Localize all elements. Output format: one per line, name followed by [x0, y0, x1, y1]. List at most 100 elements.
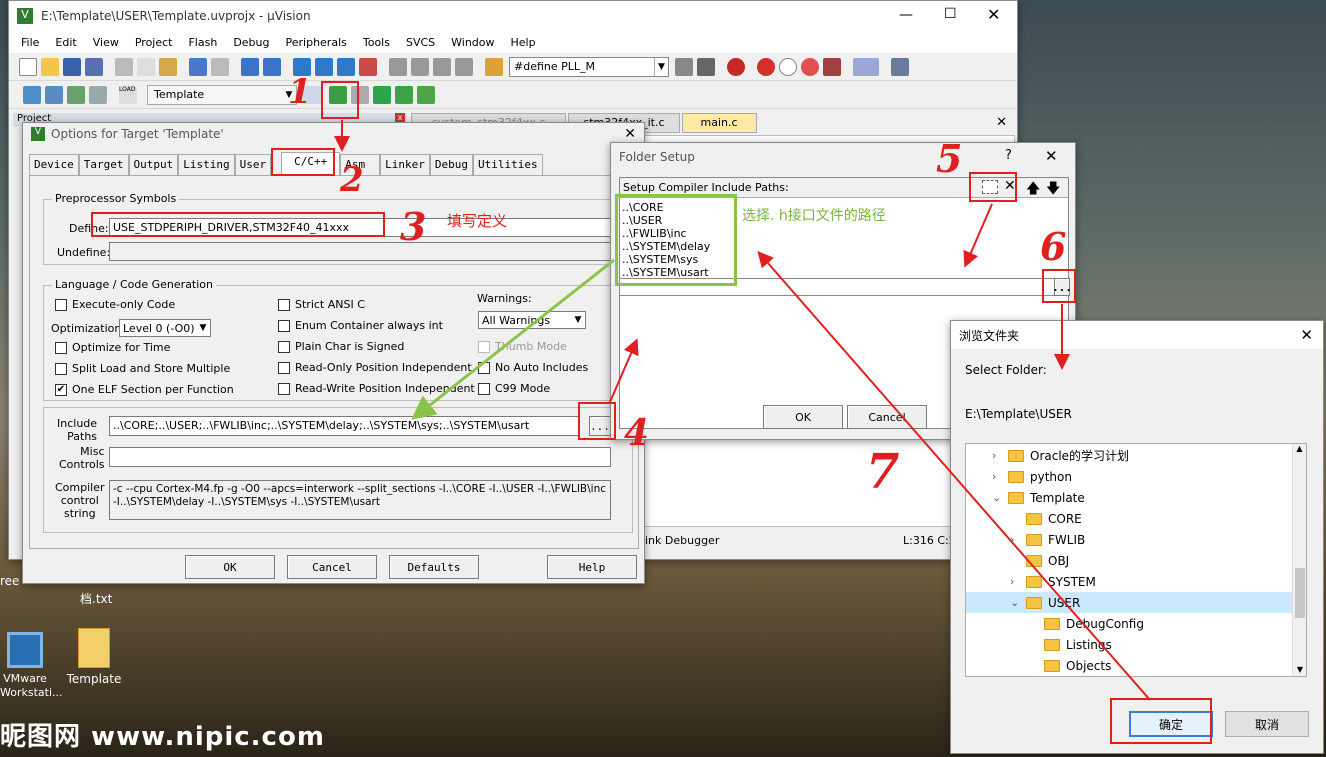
- execute-only-option[interactable]: Execute-only Code: [55, 298, 175, 311]
- close-icon[interactable]: ✕: [624, 126, 636, 142]
- manage-packs-icon[interactable]: [373, 85, 391, 104]
- checkbox[interactable]: [278, 299, 290, 311]
- bookmark-clear-icon[interactable]: [359, 57, 377, 76]
- tree-row[interactable]: ⌄ USER: [966, 592, 1306, 613]
- breakpoint-disable-icon[interactable]: [779, 57, 797, 76]
- checkbox[interactable]: [278, 383, 290, 395]
- desktop-icon-template[interactable]: Template: [62, 628, 126, 698]
- tree-row[interactable]: › FWLIB: [966, 529, 1306, 550]
- rebuild-icon[interactable]: [67, 85, 85, 104]
- tree-row[interactable]: DebugConfig: [966, 613, 1306, 634]
- new-file-icon[interactable]: [19, 57, 37, 76]
- wrench-icon[interactable]: [891, 57, 909, 76]
- help-button[interactable]: Help: [547, 555, 637, 579]
- strict-ansi-option[interactable]: Strict ANSI C: [278, 298, 365, 311]
- checkbox[interactable]: [278, 341, 290, 353]
- tab-device[interactable]: Device: [29, 154, 79, 176]
- tools-icon[interactable]: [697, 57, 715, 76]
- menu-window[interactable]: Window: [451, 36, 494, 49]
- menu-debug[interactable]: Debug: [233, 36, 269, 49]
- maximize-icon[interactable]: ☐: [944, 6, 957, 22]
- window-layout-icon[interactable]: [853, 57, 879, 76]
- save-all-icon[interactable]: [85, 57, 103, 76]
- select-pack-icon[interactable]: [395, 85, 413, 104]
- ro-position-option[interactable]: Read-Only Position Independent: [278, 361, 472, 374]
- close-icon[interactable]: ✕: [996, 115, 1007, 130]
- close-icon[interactable]: ✕: [1045, 147, 1058, 165]
- bookmark-next-icon[interactable]: [337, 57, 355, 76]
- tab-user[interactable]: User: [234, 154, 272, 176]
- checkbox[interactable]: [478, 383, 490, 395]
- indent-icon[interactable]: [389, 57, 407, 76]
- close-icon[interactable]: ✕: [987, 5, 1000, 24]
- breakpoint-icon[interactable]: [757, 57, 775, 76]
- redo-icon[interactable]: [211, 57, 229, 76]
- menu-help[interactable]: Help: [511, 36, 536, 49]
- scroll-thumb[interactable]: [1295, 568, 1305, 618]
- breakpoint-clear-icon[interactable]: [801, 57, 819, 76]
- tree-expand-icon[interactable]: ⌄: [992, 491, 1008, 504]
- tree-row[interactable]: ⌄ Template: [966, 487, 1306, 508]
- checkbox[interactable]: [278, 320, 290, 332]
- menu-file[interactable]: File: [21, 36, 39, 49]
- misc-controls-field[interactable]: [109, 447, 611, 467]
- open-file-icon[interactable]: [41, 57, 59, 76]
- define-combo[interactable]: #define PLL_M ▼: [509, 56, 669, 77]
- move-down-icon[interactable]: 🡇: [1046, 178, 1060, 202]
- help-icon[interactable]: ?: [1005, 148, 1012, 163]
- tab-utilities[interactable]: Utilities: [472, 154, 543, 176]
- desktop-icon-vmware[interactable]: VMware Workstati...: [0, 628, 63, 708]
- translate-icon[interactable]: [23, 85, 41, 104]
- scrollbar[interactable]: ▲ ▼: [1292, 444, 1306, 676]
- tree-expand-icon[interactable]: ›: [992, 470, 1008, 483]
- tab-main[interactable]: main.c: [681, 113, 757, 133]
- find-in-files-icon[interactable]: [485, 57, 503, 76]
- warnings-select[interactable]: All Warnings ▼: [478, 311, 586, 329]
- paste-icon[interactable]: [159, 57, 177, 76]
- minimize-icon[interactable]: —: [899, 7, 913, 23]
- ok-button[interactable]: OK: [763, 405, 843, 429]
- one-elf-option[interactable]: ✔ One ELF Section per Function: [55, 383, 234, 396]
- tab-linker[interactable]: Linker: [380, 154, 430, 176]
- checkbox[interactable]: [478, 362, 490, 374]
- scroll-up-icon[interactable]: ▲: [1293, 444, 1306, 453]
- checkbox[interactable]: [278, 362, 290, 374]
- checkbox-checked[interactable]: ✔: [55, 384, 67, 396]
- unindent-icon[interactable]: [411, 57, 429, 76]
- enum-container-option[interactable]: Enum Container always int: [278, 319, 443, 332]
- tab-listing[interactable]: Listing: [178, 154, 235, 176]
- tree-row[interactable]: Listings: [966, 634, 1306, 655]
- optimize-time-option[interactable]: Optimize for Time: [55, 341, 170, 354]
- checkbox[interactable]: [55, 363, 67, 375]
- nav-forward-icon[interactable]: [263, 57, 281, 76]
- nav-back-icon[interactable]: [241, 57, 259, 76]
- c99-mode-option[interactable]: C99 Mode: [478, 382, 550, 395]
- tree-row[interactable]: OBJ: [966, 550, 1306, 571]
- scroll-down-icon[interactable]: ▼: [1293, 665, 1306, 674]
- pack-installer-icon[interactable]: [417, 85, 435, 104]
- tree-row[interactable]: Objects: [966, 655, 1306, 676]
- menu-svcs[interactable]: SVCS: [406, 36, 435, 49]
- cancel-button[interactable]: Cancel: [847, 405, 927, 429]
- copy-icon[interactable]: [137, 57, 155, 76]
- undefine-field[interactable]: [109, 242, 611, 261]
- plain-char-option[interactable]: Plain Char is Signed: [278, 340, 404, 353]
- optimization-select[interactable]: Level 0 (-O0) ▼: [119, 319, 211, 337]
- ok-button[interactable]: OK: [185, 555, 275, 579]
- menu-tools[interactable]: Tools: [363, 36, 390, 49]
- bookmark-prev-icon[interactable]: [315, 57, 333, 76]
- tree-row[interactable]: › SYSTEM: [966, 571, 1306, 592]
- tree-expand-icon[interactable]: ›: [992, 449, 1008, 462]
- uncomment-icon[interactable]: [455, 57, 473, 76]
- build-icon[interactable]: [45, 85, 63, 104]
- tab-output[interactable]: Output: [128, 154, 179, 176]
- menu-peripherals[interactable]: Peripherals: [286, 36, 347, 49]
- rw-position-option[interactable]: Read-Write Position Independent: [278, 382, 475, 395]
- cut-icon[interactable]: [115, 57, 133, 76]
- close-icon[interactable]: ✕: [1300, 326, 1313, 344]
- move-up-icon[interactable]: 🡅: [1026, 178, 1040, 202]
- menu-view[interactable]: View: [93, 36, 119, 49]
- load-icon[interactable]: LOAD: [119, 85, 137, 104]
- tab-debug[interactable]: Debug: [429, 154, 473, 176]
- save-icon[interactable]: [63, 57, 81, 76]
